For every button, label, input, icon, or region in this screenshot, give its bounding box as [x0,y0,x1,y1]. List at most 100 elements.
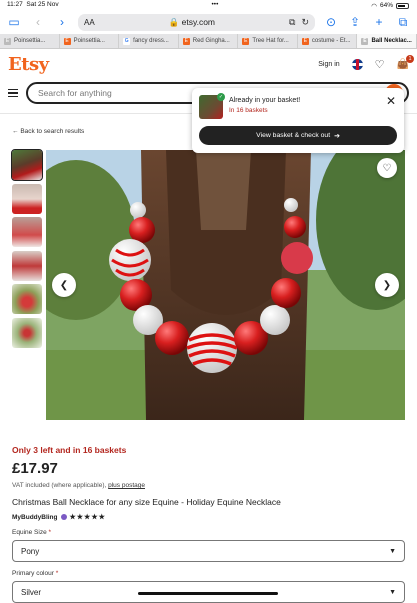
equine-size-select[interactable]: Pony▼ [12,540,405,562]
gallery-thumbnail[interactable] [12,251,42,281]
vat-text: VAT included (where applicable), [12,482,106,489]
etsy-favicon-icon: E [183,38,190,45]
colour-value: Silver [21,588,41,597]
tab-bar: EPoinsettia... EPoinsettia... Gfancy dre… [0,34,417,49]
tab-4[interactable]: ERed Gingha... [179,34,239,48]
gallery-thumbnail[interactable] [12,150,42,180]
etsy-favicon-icon: E [242,38,249,45]
basket-count-badge: 1 [406,55,414,63]
tab-label: Tree Hat for... [252,38,288,44]
sign-in-link[interactable]: Sign in [318,61,339,68]
address-text: 🔒 etsy.com [95,17,289,28]
gallery-thumbnail[interactable] [12,217,42,247]
tab-label: costume - Et... [312,38,351,44]
status-bar: 11:27 Sat 25 Nov ••• ◠ 64% [0,0,417,10]
stock-notice: Only 3 left and in 16 baskets [12,445,405,455]
required-marker: * [49,529,52,536]
arrow-right-icon: ➔ [334,132,340,140]
reload-icon[interactable]: ↻ [301,17,309,28]
added-to-basket-popup: ✓ Already in your basket! In 16 baskets … [192,88,404,153]
tab-5[interactable]: ETree Hat for... [238,34,298,48]
colour-label: Primary colour * [12,570,405,577]
horse-necklace-photo [46,150,405,420]
back-icon[interactable]: ‹ [30,16,46,28]
translate-icon[interactable]: ⧉ [289,17,295,28]
chevron-down-icon: ▼ [389,589,396,596]
close-icon[interactable]: ✕ [386,94,396,108]
tab-label: fancy dress... [133,38,169,44]
status-time: 11:27 [7,1,23,8]
new-tab-icon[interactable]: + [371,16,387,28]
chevron-left-icon: ❮ [60,280,68,291]
tab-label: Ball Necklac... [371,38,411,44]
checkmark-icon: ✓ [217,93,225,101]
home-indicator [138,592,278,595]
tab-label: Poinsettia... [14,38,45,44]
address-bar[interactable]: AA 🔒 etsy.com ⧉ ↻ [78,14,315,31]
etsy-logo[interactable]: Etsy [8,54,49,75]
download-icon[interactable]: ⊙ [323,16,339,28]
etsy-favicon-icon: E [64,38,71,45]
size-label: Equine Size * [12,529,405,536]
popup-subtitle: In 16 baskets [229,107,300,114]
etsy-header: Etsy Sign in ♡ 👜1 [0,49,417,79]
battery-icon [396,3,409,9]
status-date: Sat 25 Nov [26,1,58,8]
etsy-favicon-icon: E [361,38,368,45]
previous-image-button[interactable]: ❮ [52,273,76,297]
gallery-thumbnail[interactable] [12,318,42,348]
product-price: £17.97 [12,460,405,477]
popup-product-thumbnail: ✓ [199,95,223,119]
browser-toolbar: ▭ ‹ › AA 🔒 etsy.com ⧉ ↻ ⊙ ⇪ + ⧉ [0,10,417,34]
seller-name-link[interactable]: MyBuddyBling [12,514,58,521]
wifi-icon: ◠ [371,2,377,10]
gallery-thumbnail[interactable] [12,184,42,214]
uk-flag-icon[interactable] [352,59,363,70]
search-placeholder: Search for anything [38,88,112,98]
tab-2[interactable]: EPoinsettia... [60,34,120,48]
sidebar-icon[interactable]: ▭ [6,16,22,28]
star-seller-badge-icon [61,514,67,520]
size-label-text: Equine Size [12,529,47,536]
main-product-image[interactable]: ♡ ❮ ❯ [46,150,405,420]
back-label: Back to search results [20,128,84,135]
cta-label: View basket & check out [256,132,330,139]
product-title: Christmas Ball Necklace for any size Equ… [12,497,405,507]
tab-label: Red Gingha... [193,38,230,44]
tab-label: Poinsettia... [74,38,105,44]
menu-hamburger-icon[interactable] [8,87,18,99]
gallery-thumbnail[interactable] [12,284,42,314]
google-favicon-icon: G [123,38,130,45]
view-basket-checkout-button[interactable]: View basket & check out ➔ [199,126,397,145]
required-marker: * [56,570,59,577]
favourites-heart-icon[interactable]: ♡ [375,58,385,71]
battery-level: 64% [380,2,393,9]
vat-notice: VAT included (where applicable), plus po… [12,482,405,489]
address-domain: etsy.com [182,17,215,27]
etsy-favicon-icon: E [302,38,309,45]
chevron-right-icon: ❯ [383,280,391,291]
forward-icon[interactable]: › [54,16,70,28]
product-info: Only 3 left and in 16 baskets £17.97 VAT… [12,445,405,603]
tabs-overview-icon[interactable]: ⧉ [395,16,411,28]
seller-row: MyBuddyBling ★★★★★ [12,513,405,521]
thumbnail-list [12,150,43,351]
tab-6[interactable]: Ecostume - Et... [298,34,358,48]
next-image-button[interactable]: ❯ [375,273,399,297]
plus-postage-link[interactable]: plus postage [108,482,145,489]
rating-stars[interactable]: ★★★★★ [70,513,106,521]
add-to-favourites-heart-icon[interactable]: ♡ [377,158,397,178]
basket-icon[interactable]: 👜1 [397,59,409,70]
popup-title: Already in your basket! [229,97,300,104]
reader-aa-button[interactable]: AA [84,18,95,27]
status-dots: ••• [212,1,219,10]
back-to-search-link[interactable]: ← Back to search results [12,128,84,135]
chevron-down-icon: ▼ [389,548,396,555]
tab-1[interactable]: EPoinsettia... [0,34,60,48]
tab-favicon-icon: E [4,38,11,45]
tab-3[interactable]: Gfancy dress... [119,34,179,48]
product-gallery: ♡ ❮ ❯ [12,150,405,420]
colour-label-text: Primary colour [12,570,54,577]
tab-active[interactable]: EBall Necklac... [357,34,417,48]
share-icon[interactable]: ⇪ [347,16,363,28]
